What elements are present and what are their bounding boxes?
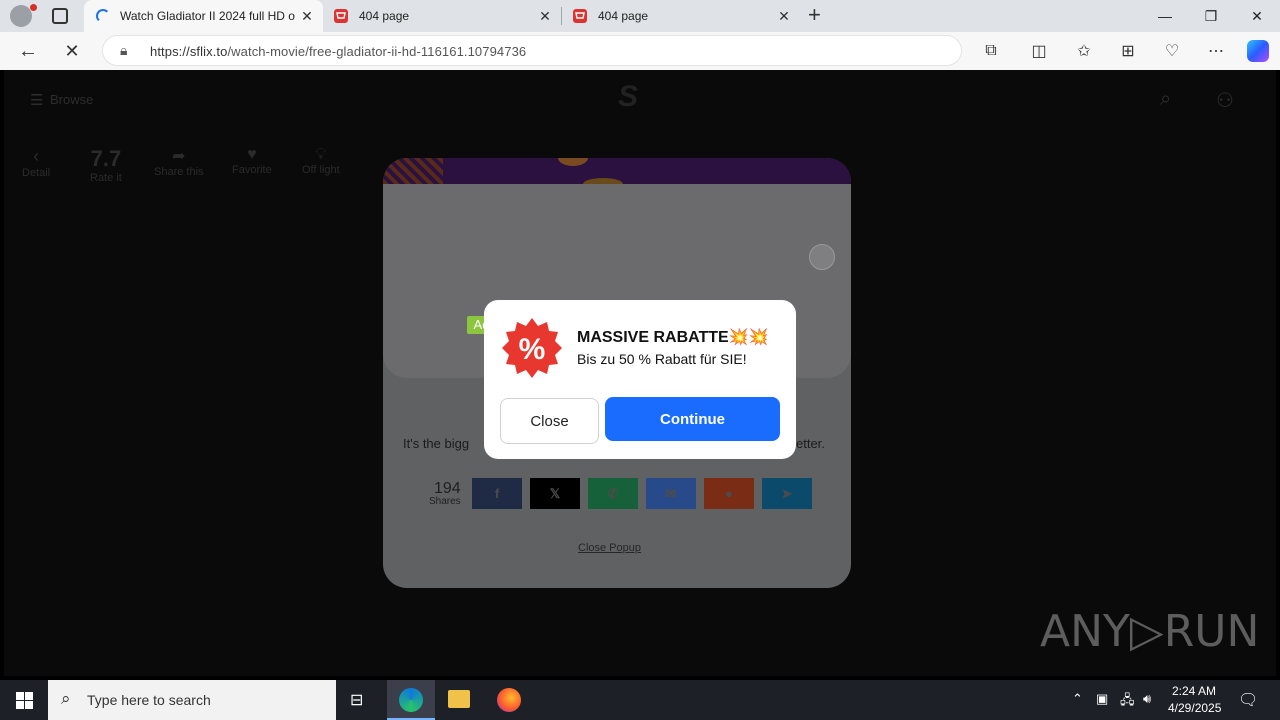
copilot-icon[interactable] <box>1244 37 1272 65</box>
facebook-icon: f <box>494 486 500 501</box>
close-tab-icon[interactable]: ✕ <box>537 8 553 24</box>
light-action[interactable]: 💡︎ Off light <box>302 146 340 176</box>
popup-banner-image <box>383 158 851 190</box>
ad-title: MASSIVE RABATTE💥💥 <box>577 329 769 346</box>
share-action[interactable]: ➦ Share this <box>154 146 204 178</box>
reddit-share-button[interactable]: ● <box>704 478 754 509</box>
rating-value: 7.7 <box>90 146 122 171</box>
windows-start-icon[interactable] <box>16 692 33 709</box>
scan-icon[interactable] <box>809 244 835 270</box>
tab-404-a[interactable]: 404 page ✕ <box>323 0 561 32</box>
whatsapp-share-button[interactable]: ✆ <box>588 478 638 509</box>
network-icon[interactable]: 🖧︎ <box>1120 691 1135 713</box>
tab-bar: Watch Gladiator II 2024 full HD on ✕ 404… <box>0 0 1280 32</box>
rate-action[interactable]: 7.7 Rate it <box>90 146 122 184</box>
taskbar-search-box[interactable]: ⌕ Type here to search <box>48 680 336 720</box>
search-placeholder: Type here to search <box>87 692 211 708</box>
search-icon: ⌕ <box>61 689 71 708</box>
notifications-icon[interactable]: 🗨︎ <box>1238 690 1258 710</box>
site-header: ☰ Browse S ⌕ ⚇ <box>4 70 1276 130</box>
close-window-button[interactable]: ✕ <box>1234 0 1280 32</box>
volume-icon[interactable]: 🔊︎ <box>1143 691 1151 707</box>
clock-time[interactable]: 2:24 AM <box>1172 684 1216 698</box>
tab-title: 404 page <box>359 9 410 23</box>
file-explorer-icon[interactable] <box>448 690 470 708</box>
collections-icon[interactable]: ⊞ <box>1114 37 1142 65</box>
address-bar[interactable]: 🔒︎ https://sflix.to/watch-movie/free-gla… <box>102 35 962 66</box>
browse-label[interactable]: Browse <box>50 92 93 107</box>
menu-icon[interactable]: ☰ <box>30 91 43 109</box>
search-icon[interactable]: ⌕ <box>1160 88 1171 111</box>
reddit-icon: ● <box>725 486 733 501</box>
x-icon: 𝕏 <box>549 485 561 501</box>
facebook-share-button[interactable]: f <box>472 478 522 509</box>
clock-date[interactable]: 4/29/2025 <box>1168 701 1221 715</box>
more-menu-icon[interactable]: ⋯ <box>1202 37 1230 65</box>
whatsapp-icon: ✆ <box>607 485 619 501</box>
telegram-icon: ➤ <box>781 485 793 501</box>
tab-actions-icon[interactable] <box>52 8 68 24</box>
firefox-icon[interactable] <box>497 688 521 712</box>
messenger-share-button[interactable]: ✉ <box>646 478 696 509</box>
shop-favicon-icon <box>334 9 348 23</box>
close-tab-icon[interactable]: ✕ <box>776 8 792 24</box>
minimize-button[interactable]: — <box>1142 0 1188 32</box>
telegram-share-button[interactable]: ➤ <box>762 478 812 509</box>
extensions-icon[interactable]: ⧉ <box>977 37 1005 65</box>
detail-action[interactable]: ‹ Detail <box>22 146 50 179</box>
tab-404-b[interactable]: 404 page ✕ <box>562 0 800 32</box>
close-popup-link[interactable]: Close Popup <box>578 542 641 554</box>
discount-badge-icon: % <box>502 318 562 378</box>
heart-icon: ♥ <box>247 146 257 163</box>
profile-icon[interactable] <box>10 4 37 27</box>
lock-icon[interactable]: 🔒︎ <box>120 42 127 59</box>
messenger-icon: ✉ <box>665 485 677 501</box>
share-icon: ➦ <box>172 148 186 165</box>
ad-subtitle: Bis zu 50 % Rabatt für SIE! <box>577 351 747 367</box>
new-tab-button[interactable]: + <box>808 4 830 28</box>
back-button[interactable]: ← <box>14 37 42 65</box>
performance-icon[interactable]: ♡ <box>1158 37 1186 65</box>
ad-close-button[interactable]: Close <box>500 398 599 444</box>
share-count: 194 Shares <box>429 480 461 507</box>
task-view-icon[interactable]: ⊟ <box>350 690 363 710</box>
tab-title: Watch Gladiator II 2024 full HD on <box>120 9 295 23</box>
x-share-button[interactable]: 𝕏 <box>530 478 580 509</box>
restore-button[interactable]: ❐ <box>1188 0 1234 32</box>
ad-dialog: % MASSIVE RABATTE💥💥 Bis zu 50 % Rabatt f… <box>484 300 796 459</box>
svg-text:%: % <box>519 333 546 366</box>
split-screen-icon[interactable]: ◫ <box>1025 37 1053 65</box>
ad-continue-button[interactable]: Continue <box>605 397 780 441</box>
url-text: https://sflix.to/watch-movie/free-gladia… <box>150 44 527 59</box>
tab-title: 404 page <box>598 9 649 23</box>
show-hidden-icons[interactable]: ⌃ <box>1072 691 1083 707</box>
favorite-action[interactable]: ♥ Favorite <box>232 146 272 176</box>
favorites-icon[interactable]: ✩ <box>1070 37 1098 65</box>
stop-loading-button[interactable]: ✕ <box>58 37 86 65</box>
lightbulb-icon: 💡︎ <box>315 146 327 163</box>
shop-favicon-icon <box>573 9 587 23</box>
anyrun-watermark: ANY▷RUN <box>1040 606 1260 657</box>
meet-now-icon[interactable]: ▣ <box>1096 691 1108 707</box>
loading-spinner-icon <box>96 9 110 23</box>
user-icon[interactable]: ⚇ <box>1216 88 1234 113</box>
tab-gladiator[interactable]: Watch Gladiator II 2024 full HD on ✕ <box>84 0 323 32</box>
site-logo: S <box>618 80 639 113</box>
close-tab-icon[interactable]: ✕ <box>299 8 315 24</box>
chevron-left-icon: ‹ <box>33 146 40 166</box>
edge-taskbar-icon[interactable] <box>387 680 435 720</box>
